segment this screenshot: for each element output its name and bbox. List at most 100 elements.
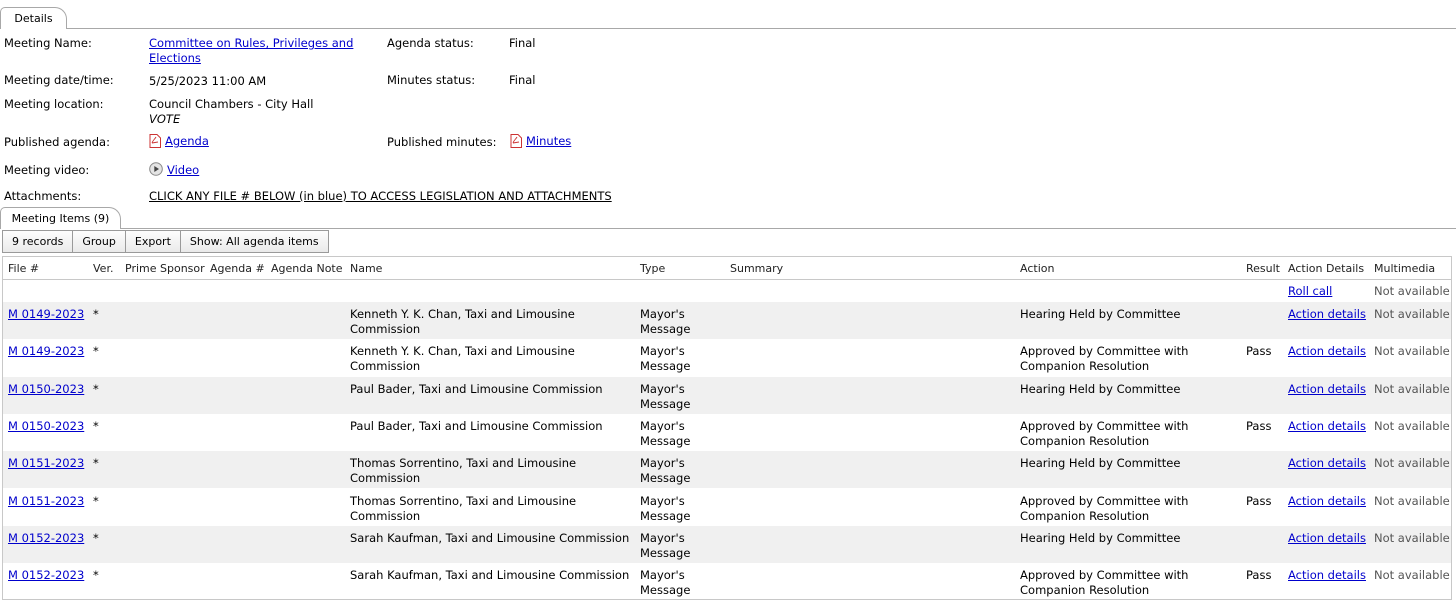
item-action: Hearing Held by Committee (1020, 382, 1180, 397)
version-value: * (93, 307, 99, 321)
item-action-line1: Hearing Held by Committee (1020, 307, 1181, 321)
file-number-link[interactable]: M 0152-2023 (8, 531, 84, 546)
action-details-link[interactable]: Action details (1288, 382, 1366, 397)
col-file[interactable]: File # (8, 262, 39, 275)
item-result: Pass (1246, 568, 1272, 583)
col-agenda-note[interactable]: Agenda Note (271, 262, 343, 275)
item-type-line1: Mayor's (640, 381, 685, 396)
item-type-line1: Mayor's (640, 418, 685, 433)
export-button[interactable]: Export (125, 231, 181, 252)
item-name-line1: Paul Bader, Taxi and Limousine Commissio… (350, 418, 603, 433)
table-row: M 0151-2023 * Thomas Sorrentino, Taxi and … (3, 489, 1451, 526)
multimedia-value: Not available (1374, 530, 1450, 545)
item-action-line1: Approved by Committee with (1020, 493, 1189, 508)
item-type: Mayor's Message (640, 307, 690, 337)
action-details-link[interactable]: Action details (1288, 419, 1366, 434)
file-number-link[interactable]: M 0151-2023 (8, 494, 84, 509)
col-summary[interactable]: Summary (730, 262, 783, 275)
video-link[interactable]: Video (167, 163, 199, 177)
action-details-link[interactable]: Action details (1288, 456, 1366, 471)
col-agenda-number[interactable]: Agenda # (210, 262, 265, 275)
item-name: Sarah Kaufman, Taxi and Limousine Commis… (350, 568, 629, 583)
item-type-line2: Message (640, 471, 691, 486)
version-value: * (93, 381, 99, 396)
meeting-name-line2[interactable]: Elections (149, 51, 201, 65)
item-type-line2: Message (640, 359, 691, 374)
item-name-line2: Commission (350, 471, 421, 486)
action-details-link[interactable]: Action details (1288, 344, 1366, 359)
meeting-date-value: 5/25/2023 11:00 AM (149, 74, 267, 88)
col-name[interactable]: Name (350, 262, 382, 275)
item-name: Kenneth Y. K. Chan, Taxi and Limousine Co… (350, 307, 575, 337)
item-type-line2: Message (640, 396, 691, 411)
item-type: Mayor's Message (640, 419, 690, 449)
minutes-link[interactable]: Minutes (526, 134, 571, 148)
meeting-name-line1[interactable]: Committee on Rules, Privileges and (149, 36, 353, 50)
col-prime-sponsor[interactable]: Prime Sponsor (125, 262, 205, 275)
col-action[interactable]: Action (1020, 262, 1054, 275)
agenda-status-label: Agenda status: (387, 36, 474, 50)
multimedia-value: Not available (1374, 568, 1450, 583)
item-name: Kenneth Y. K. Chan, Taxi and Limousine Co… (350, 344, 575, 374)
published-minutes-label: Published minutes: (387, 135, 497, 149)
item-type-line2: Message (640, 545, 691, 560)
meeting-name-link[interactable]: Committee on Rules, Privileges and Elect… (149, 36, 353, 66)
version-value: * (93, 456, 99, 471)
agenda-status-value: Final (509, 36, 536, 50)
item-name-line1: Thomas Sorrentino, Taxi and Limousine (350, 456, 577, 471)
item-action: Approved by Committee with Companion Reso… (1020, 344, 1188, 374)
action-details-link[interactable]: Action details (1288, 531, 1366, 546)
col-ver[interactable]: Ver. (93, 262, 113, 275)
agenda-link[interactable]: Agenda (165, 134, 209, 148)
multimedia-value: Not available (1374, 381, 1450, 396)
item-action-line2: Companion Resolution (1020, 583, 1150, 598)
item-action-line2: Companion Resolution (1020, 508, 1150, 523)
version-value: * (93, 344, 99, 359)
col-multimedia[interactable]: Multimedia (1374, 262, 1435, 275)
file-number-link[interactable]: M 0150-2023 (8, 419, 84, 434)
tab-meeting-items[interactable]: Meeting Items (9) (0, 207, 121, 229)
action-details-link[interactable]: Action details (1288, 568, 1366, 583)
tab-details[interactable]: Details (0, 7, 67, 29)
multimedia-value: Not available (1374, 418, 1450, 433)
version-value: * (93, 568, 99, 583)
multimedia-value: Not available (1374, 456, 1450, 471)
attachments-link[interactable]: CLICK ANY FILE # BELOW (in blue) TO ACCE… (149, 189, 612, 203)
file-number-link[interactable]: M 0149-2023 (8, 307, 84, 322)
file-number-link[interactable]: M 0152-2023 (8, 568, 84, 583)
tab-divider (66, 28, 1456, 29)
table-row: M 0149-2023 * Kenneth Y. K. Chan, Taxi and… (3, 302, 1451, 339)
col-type[interactable]: Type (640, 262, 665, 275)
meeting-video: Video (149, 162, 199, 177)
file-number-link[interactable]: M 0150-2023 (8, 382, 84, 397)
location-line1: Council Chambers - City Hall (149, 97, 314, 111)
col-result[interactable]: Result (1246, 262, 1280, 275)
item-action: Approved by Committee with Companion Reso… (1020, 568, 1188, 598)
play-icon (149, 162, 163, 176)
col-action-details[interactable]: Action Details (1288, 262, 1364, 275)
item-type-line2: Message (640, 433, 691, 448)
item-type-line1: Mayor's (640, 307, 685, 321)
location-line2: VOTE (149, 112, 181, 126)
item-action-line1: Hearing Held by Committee (1020, 530, 1181, 545)
file-number-link[interactable]: M 0149-2023 (8, 344, 84, 359)
action-details-link[interactable]: Action details (1288, 494, 1366, 509)
table-row: M 0150-2023 * Paul Bader, Taxi and Limousi… (3, 376, 1451, 414)
roll-call-link[interactable]: Roll call (1288, 284, 1332, 299)
table-row: M 0151-2023 * Thomas Sorrentino, Taxi and … (3, 451, 1451, 489)
item-result: Pass (1246, 493, 1272, 508)
records-count-button[interactable]: 9 records (3, 231, 74, 252)
group-button[interactable]: Group (73, 231, 126, 252)
show-filter-button[interactable]: Show: All agenda items (180, 231, 328, 252)
minutes-status-label: Minutes status: (387, 73, 476, 87)
item-type-line2: Message (640, 322, 691, 336)
item-type: Mayor's Message (640, 568, 690, 598)
file-number-link[interactable]: M 0151-2023 (8, 456, 84, 471)
action-details-link[interactable]: Action details (1288, 307, 1366, 322)
meeting-video-label: Meeting video: (4, 163, 90, 177)
item-action: Hearing Held by Committee (1020, 456, 1180, 471)
table-row: M 0152-2023 * Sarah Kaufman, Taxi and Limo… (3, 563, 1451, 599)
item-action-line1: Hearing Held by Committee (1020, 381, 1181, 396)
item-type: Mayor's Message (640, 494, 690, 524)
item-action: Approved by Committee with Companion Reso… (1020, 419, 1188, 449)
